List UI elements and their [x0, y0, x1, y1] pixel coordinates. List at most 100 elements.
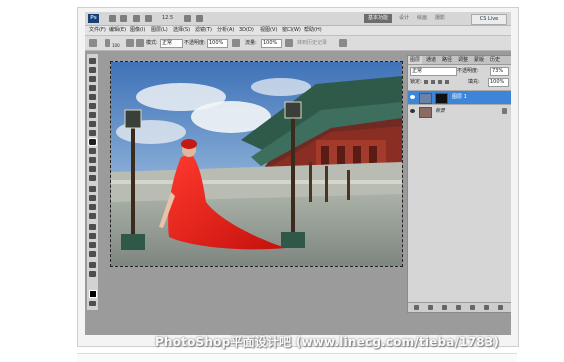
- document-canvas[interactable]: [110, 61, 403, 267]
- lock-position-icon[interactable]: [438, 80, 442, 84]
- healing-brush-tool-icon[interactable]: [89, 112, 96, 118]
- view-extras-icon[interactable]: [133, 15, 140, 22]
- menu-view[interactable]: 视图(V): [260, 26, 277, 35]
- link-layers-icon[interactable]: [414, 305, 419, 310]
- type-tool-icon[interactable]: [89, 195, 96, 201]
- brush-tool-icon[interactable]: [89, 121, 96, 127]
- photoshop-window: Ps 12.5 基本功能 设计 绘画 摄影 CS Live 文件(F) 编辑(E…: [85, 12, 511, 335]
- eraser-tool-icon[interactable]: [89, 148, 96, 154]
- visibility-eye-icon[interactable]: [410, 109, 415, 113]
- foreground-color-swatch[interactable]: [89, 290, 97, 298]
- quick-selection-tool-icon[interactable]: [89, 85, 96, 91]
- pen-tool-icon[interactable]: [89, 186, 96, 192]
- tab-layers[interactable]: 图层: [408, 56, 423, 64]
- marquee-tool-icon[interactable]: [89, 67, 96, 73]
- layer-style-icon[interactable]: [428, 305, 433, 310]
- menu-edit[interactable]: 编辑(E): [109, 26, 126, 35]
- lock-all-icon[interactable]: [445, 80, 449, 84]
- blend-mode-select[interactable]: 正常: [410, 67, 457, 76]
- zoom-tool-icon[interactable]: [89, 251, 96, 257]
- layer-name[interactable]: 图层 1: [452, 94, 467, 101]
- lock-transparent-icon[interactable]: [424, 80, 428, 84]
- zoom-level[interactable]: 12.5: [162, 14, 180, 22]
- menu-bar: 文件(F) 编辑(E) 图像(I) 图层(L) 选择(S) 滤镜(T) 分析(A…: [85, 26, 511, 36]
- clone-source-icon[interactable]: [136, 39, 144, 47]
- move-tool-icon[interactable]: [89, 58, 96, 64]
- add-mask-icon[interactable]: [442, 305, 447, 310]
- pressure-opacity-icon[interactable]: [232, 39, 240, 47]
- workspace-design-button[interactable]: 设计: [399, 14, 409, 23]
- menu-window[interactable]: 窗口(W): [282, 26, 301, 35]
- layer-thumbnail: [419, 93, 432, 104]
- history-brush-icon[interactable]: [89, 39, 97, 47]
- brush-panel-icon[interactable]: [126, 39, 134, 47]
- opacity-field[interactable]: 100%: [207, 39, 228, 48]
- arrange-documents-icon[interactable]: [184, 15, 191, 22]
- menu-image[interactable]: 图像(I): [130, 26, 145, 35]
- cs-live-button[interactable]: CS Live: [471, 14, 507, 25]
- adjustment-layer-icon[interactable]: [456, 305, 461, 310]
- layer-mask-thumbnail[interactable]: [435, 93, 448, 104]
- 3d-orbit-tool-icon[interactable]: [89, 233, 96, 239]
- lock-icon: [502, 108, 507, 114]
- path-selection-tool-icon[interactable]: [89, 204, 96, 210]
- shape-tool-icon[interactable]: [89, 213, 96, 219]
- visibility-eye-icon[interactable]: [410, 95, 415, 99]
- application-bar: Ps 12.5 基本功能 设计 绘画 摄影 CS Live: [85, 12, 511, 26]
- workspace-photography-button[interactable]: 摄影: [435, 14, 445, 23]
- dodge-tool-icon[interactable]: [89, 175, 96, 181]
- screen-mode-icon[interactable]: [196, 15, 203, 22]
- menu-filter[interactable]: 滤镜(T): [195, 26, 212, 35]
- erase-to-history-label[interactable]: 抹到历史记录: [297, 39, 327, 47]
- lock-label: 锁定:: [410, 79, 422, 85]
- count-tool-icon[interactable]: [89, 271, 96, 277]
- delete-layer-icon[interactable]: [498, 305, 503, 310]
- new-group-icon[interactable]: [470, 305, 475, 310]
- layer-opacity-label: 不透明度:: [457, 68, 479, 74]
- blur-tool-icon[interactable]: [89, 166, 96, 172]
- eyedropper-tool-icon[interactable]: [89, 103, 96, 109]
- watermark-text: PhotoShop平面设计吧 (www.linecg.com/tieba/178…: [155, 335, 500, 349]
- history-brush-tool-icon[interactable]: [88, 138, 97, 146]
- ps-logo: Ps: [88, 14, 99, 23]
- opacity-label: 不透明度:: [184, 40, 206, 46]
- airbrush-icon[interactable]: [285, 39, 293, 47]
- hand-tool-icon[interactable]: [89, 242, 96, 248]
- 3d-rotate-tool-icon[interactable]: [89, 224, 96, 230]
- crop-tool-icon[interactable]: [89, 94, 96, 100]
- flow-field[interactable]: 100%: [261, 39, 282, 48]
- fill-field[interactable]: 100%: [488, 78, 509, 87]
- brush-preset-icon[interactable]: [105, 39, 110, 47]
- layer-name[interactable]: 背景: [435, 108, 445, 115]
- brush-size: 100: [112, 43, 120, 48]
- menu-3d[interactable]: 3D(D): [239, 26, 254, 35]
- layer-row-layer1[interactable]: 图层 1: [408, 90, 511, 104]
- tab-paths[interactable]: 路径: [440, 56, 454, 64]
- menu-select[interactable]: 选择(S): [173, 26, 190, 35]
- hand-tool-icon[interactable]: [145, 15, 152, 22]
- menu-analysis[interactable]: 分析(A): [217, 26, 234, 35]
- gradient-tool-icon[interactable]: [89, 157, 96, 163]
- tab-masks[interactable]: 蒙版: [472, 56, 486, 64]
- menu-help[interactable]: 帮助(H): [304, 26, 322, 35]
- blend-row: 正常 不透明度: 73%: [410, 67, 510, 76]
- workspace-painting-button[interactable]: 绘画: [417, 14, 427, 23]
- layer-row-background[interactable]: 背景: [408, 104, 511, 118]
- workspace-essentials-button[interactable]: 基本功能: [364, 14, 392, 23]
- layer-opacity-field[interactable]: 73%: [490, 67, 509, 76]
- quick-mask-icon[interactable]: [89, 301, 96, 306]
- clone-stamp-tool-icon[interactable]: [89, 130, 96, 136]
- menu-file[interactable]: 文件(F): [89, 26, 106, 35]
- tab-history[interactable]: 历史: [488, 56, 502, 64]
- pressure-size-icon[interactable]: [339, 39, 347, 47]
- lock-pixels-icon[interactable]: [431, 80, 435, 84]
- bridge-icon[interactable]: [109, 15, 116, 22]
- mini-bridge-icon[interactable]: [120, 15, 127, 22]
- tab-channels[interactable]: 通道: [424, 56, 438, 64]
- tab-adjustments[interactable]: 调整: [456, 56, 470, 64]
- new-layer-icon[interactable]: [484, 305, 489, 310]
- notes-tool-icon[interactable]: [89, 262, 96, 268]
- lasso-tool-icon[interactable]: [89, 76, 96, 82]
- mode-select[interactable]: 正常: [160, 39, 183, 48]
- menu-layer[interactable]: 图层(L): [151, 26, 168, 35]
